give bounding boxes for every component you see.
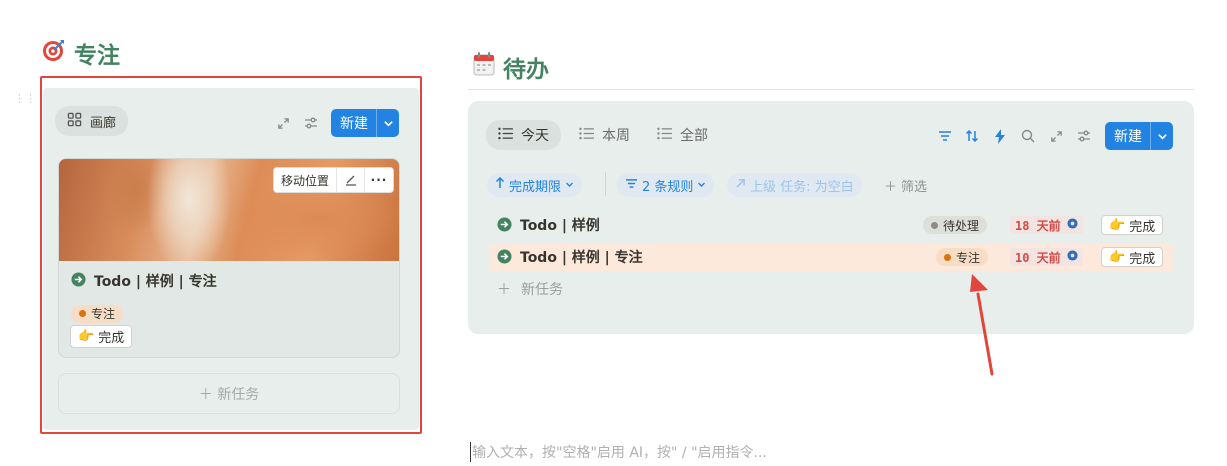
gallery-view-tab[interactable]: 画廊 <box>55 106 129 136</box>
target-icon <box>42 38 66 68</box>
list-icon <box>657 127 672 144</box>
card-tag-row: 专注 <box>71 302 124 323</box>
row-title: Todo | 样例 | 专注 <box>520 250 643 266</box>
settings-sliders-icon[interactable] <box>1075 127 1093 145</box>
tab-week-label: 本周 <box>602 128 630 144</box>
arrow-right-circle-icon <box>71 271 86 291</box>
due-badge: 10 天前 <box>1010 248 1083 266</box>
gear-badge-icon <box>1067 250 1078 264</box>
focus-new-task-label: ＋ 新任务 <box>198 386 260 403</box>
card-done-label: 完成 <box>98 331 125 346</box>
todo-new-label: 新建 <box>1105 122 1151 150</box>
card-title-row: Todo | 样例 | 专注 <box>71 271 217 291</box>
focus-heading: 专注 <box>42 36 120 70</box>
lightning-icon[interactable] <box>991 127 1009 145</box>
focus-new-task-button[interactable]: ＋ 新任务 <box>58 373 400 414</box>
table-row[interactable]: Todo | 样例 | 专注 专注 10 天前 👉 完成 <box>490 243 1173 271</box>
rules-label: 2 条规则 <box>642 179 694 195</box>
focus-new-button[interactable]: 新建 <box>331 109 399 137</box>
edit-icon[interactable] <box>337 168 366 192</box>
todo-new-task-button[interactable]: ＋ 新任务 <box>497 279 563 299</box>
plus-icon: ＋ <box>884 179 898 195</box>
parent-filter-chip[interactable]: 上级 任务: 为空白 <box>727 173 862 197</box>
tab-all-label: 全部 <box>680 128 708 144</box>
expand-icon[interactable] <box>1047 127 1065 145</box>
more-icon[interactable]: ··· <box>365 168 393 192</box>
card-title: Todo | 样例 | 专注 <box>94 274 217 290</box>
arrow-right-circle-icon <box>497 217 512 236</box>
focus-new-label: 新建 <box>331 109 377 137</box>
chevron-down-icon <box>565 178 574 193</box>
add-filter-button[interactable]: ＋ 筛选 <box>876 173 935 197</box>
card-done-button[interactable]: 👉 完成 <box>70 325 133 348</box>
chevron-down-icon <box>697 178 706 193</box>
arrow-right-circle-icon <box>497 249 512 268</box>
filter-icon[interactable] <box>936 127 954 145</box>
drag-handle-icon[interactable]: ⋮⋮ <box>14 93 36 104</box>
editor-placeholder: 输入文本，按"空格"启用 AI，按" / "启用指令... <box>472 445 767 461</box>
arrow-up-icon <box>495 176 505 193</box>
row-title: Todo | 样例 <box>520 218 600 234</box>
gallery-grid-icon <box>67 112 82 131</box>
editor-input[interactable]: 输入文本，按"空格"启用 AI，按" / "启用指令... <box>470 441 767 463</box>
sort-icon[interactable] <box>963 127 981 145</box>
rules-chip[interactable]: 2 条规则 <box>617 173 715 197</box>
sort-due-chip[interactable]: 完成期限 <box>487 173 583 197</box>
add-filter-label: 筛选 <box>901 179 928 195</box>
search-icon[interactable] <box>1019 127 1037 145</box>
sort-due-label: 完成期限 <box>509 179 562 195</box>
status-badge: 待处理 <box>923 216 988 234</box>
annotation-arrow-icon <box>970 274 994 376</box>
list-icon <box>579 127 594 144</box>
tab-all[interactable]: 全部 <box>645 120 720 150</box>
todo-heading: 待办 <box>473 50 549 84</box>
plus-icon: ＋ <box>497 282 511 298</box>
table-row[interactable]: Todo | 样例 待处理 18 天前 👉 完成 <box>490 211 1173 239</box>
tab-week[interactable]: 本周 <box>567 120 642 150</box>
row-done-button[interactable]: 👉 完成 <box>1101 215 1164 235</box>
list-icon <box>498 127 513 144</box>
todo-new-task-label: 新任务 <box>521 282 563 298</box>
todo-title: 待办 <box>503 57 549 83</box>
focus-tag-label: 专注 <box>91 307 116 321</box>
gallery-view-label: 画廊 <box>90 115 117 131</box>
focus-tag: 专注 <box>71 304 124 323</box>
gallery-card[interactable]: 移动位置 ··· Todo | 样例 | 专注 专注 👉 完成 <box>58 158 400 358</box>
settings-sliders-icon[interactable] <box>302 114 320 132</box>
tab-today[interactable]: 今天 <box>486 120 561 150</box>
tab-today-label: 今天 <box>521 128 549 144</box>
due-badge: 18 天前 <box>1010 216 1083 234</box>
filter-divider <box>605 172 606 196</box>
pointing-hand-icon: 👉 <box>1109 217 1126 233</box>
card-hover-toolbar: 移动位置 ··· <box>273 167 395 193</box>
pointing-hand-icon: 👉 <box>78 329 95 344</box>
gear-badge-icon <box>1067 218 1078 232</box>
row-done-button[interactable]: 👉 完成 <box>1101 247 1164 267</box>
arrow-up-right-icon <box>735 178 746 193</box>
chevron-down-icon[interactable] <box>1151 122 1173 150</box>
todo-new-button[interactable]: 新建 <box>1105 122 1173 150</box>
filter-icon <box>625 178 638 193</box>
move-position-button[interactable]: 移动位置 <box>274 168 338 192</box>
tag-dot <box>79 310 86 317</box>
pointing-hand-icon: 👉 <box>1109 249 1126 265</box>
todo-divider <box>468 89 1194 90</box>
calendar-icon <box>473 52 495 82</box>
parent-filter-label: 上级 任务: 为空白 <box>750 179 854 195</box>
expand-icon[interactable] <box>274 114 292 132</box>
focus-title: 专注 <box>74 43 120 69</box>
chevron-down-icon[interactable] <box>377 109 399 137</box>
text-cursor <box>470 442 471 462</box>
